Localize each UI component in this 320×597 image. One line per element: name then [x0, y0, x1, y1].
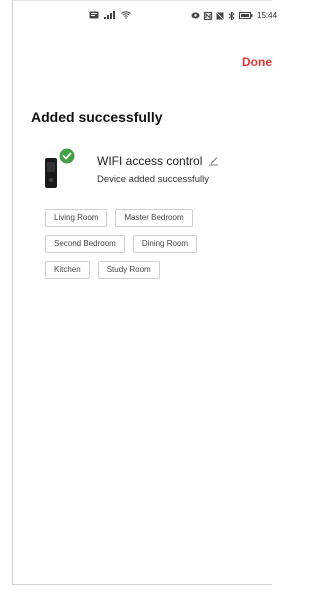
screen-frame: 15:44 Done Added successfully WIFI acces… [12, 0, 277, 585]
success-check-icon [59, 148, 75, 164]
bluetooth-icon [228, 11, 235, 20]
cellular-signal-icon [104, 11, 115, 19]
device-name: WIFI access control [97, 154, 203, 168]
edit-pencil-icon[interactable] [208, 156, 220, 166]
access-control-device-icon [45, 148, 75, 188]
status-time: 15:44 [257, 11, 278, 20]
device-status-text: Device added successfully [97, 174, 209, 185]
device-card: WIFI access control Device added success… [43, 148, 273, 194]
room-chip-kitchen[interactable]: Kitchen [45, 261, 90, 279]
page-title: Added successfully [31, 109, 163, 125]
room-chip-group: Living Room Master Bedroom Second Bedroo… [45, 209, 245, 279]
room-chip-second-bedroom[interactable]: Second Bedroom [45, 235, 125, 253]
nfc-icon [204, 11, 212, 20]
room-chip-living-room[interactable]: Living Room [45, 209, 108, 227]
room-chip-study-room[interactable]: Study Room [97, 261, 160, 279]
device-name-row: WIFI access control [97, 154, 220, 168]
mute-icon [216, 12, 224, 19]
room-chip-dining-room[interactable]: Dining Room [132, 235, 198, 253]
status-right-icons: 15:44 [191, 11, 277, 20]
done-button[interactable]: Done [242, 55, 272, 69]
room-chip-master-bedroom[interactable]: Master Bedroom [115, 209, 193, 227]
battery-icon [239, 12, 253, 19]
message-icon [89, 11, 99, 19]
wifi-icon [121, 11, 131, 19]
eye-icon [191, 12, 200, 19]
status-left-icons [89, 11, 131, 19]
status-bar: 15:44 [13, 11, 277, 27]
